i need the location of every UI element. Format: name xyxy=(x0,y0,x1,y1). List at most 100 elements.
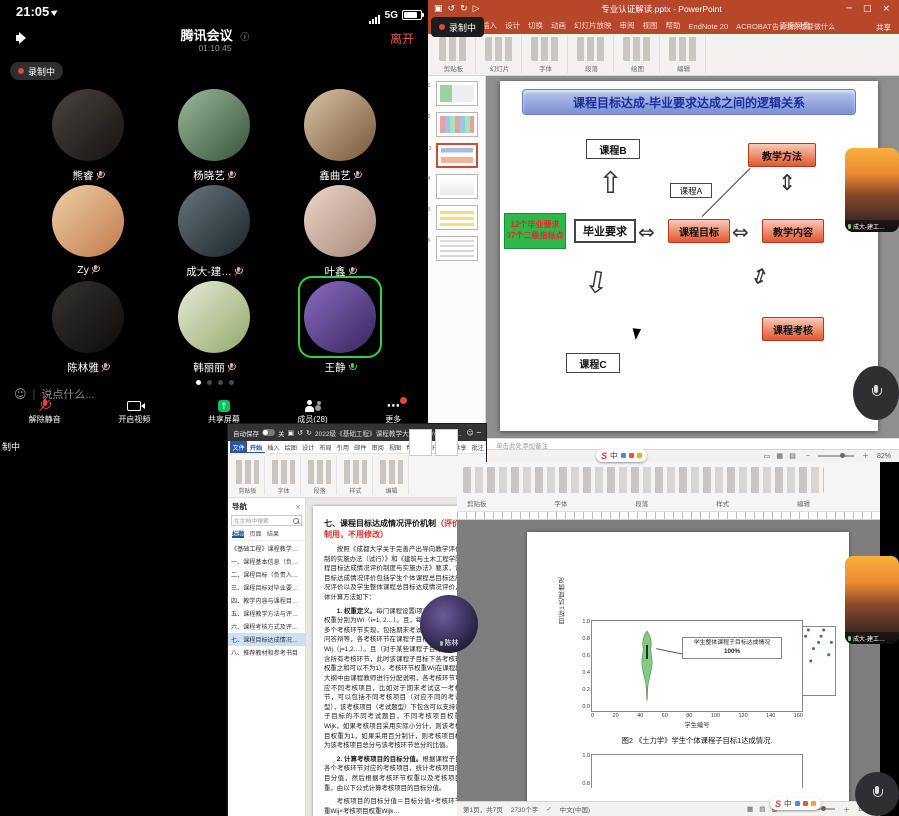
zoom-out-button[interactable]: − xyxy=(806,453,810,460)
nav-tab[interactable]: 页面 xyxy=(249,529,261,538)
nav-tab[interactable]: 结果 xyxy=(267,529,279,538)
minimize-button[interactable]: ─ xyxy=(844,4,855,14)
ribbon-group[interactable]: 剪贴板 xyxy=(231,456,265,495)
ribbon-tab[interactable]: 帮助 xyxy=(662,18,685,34)
participant-tile[interactable]: Zy xyxy=(33,180,143,276)
nav-outline-item[interactable]: 一、课程基本信息（负责人填写） xyxy=(228,555,305,568)
ribbon-group[interactable]: 绘图 xyxy=(616,36,660,73)
more-button[interactable]: ⋯ 更多 xyxy=(385,399,401,425)
nav-tab[interactable]: 标题 xyxy=(232,529,244,538)
document-page[interactable]: 目标1达成情况 1.0 0.8 0.6 1.0 0.8 0.6 0.4 0.2 … xyxy=(527,532,849,801)
minimize-button[interactable]: ─ xyxy=(477,429,481,437)
ribbon-tab[interactable]: 文件 xyxy=(230,441,247,454)
style-gallery-card[interactable] xyxy=(435,429,458,456)
ribbon-tab[interactable]: 视图 xyxy=(639,18,662,34)
nav-outline-item[interactable]: 七、课程目标达成情况评价机制 xyxy=(228,633,305,646)
ime-mode[interactable]: 中 xyxy=(784,798,792,809)
close-button[interactable]: × xyxy=(879,4,893,14)
smiley-icon[interactable]: ☺ xyxy=(466,429,473,437)
tell-me-box[interactable]: 告诉我你想要做什么 xyxy=(772,22,835,32)
ruler[interactable] xyxy=(457,512,880,520)
zoom-in-button[interactable]: ＋ xyxy=(843,804,850,814)
ribbon-tab[interactable]: 幻灯片放映 xyxy=(570,18,616,34)
video-tile[interactable]: 成大-建工… xyxy=(845,148,899,232)
start-video-button[interactable]: 开启视频 xyxy=(118,399,150,425)
slide-thumbnail-selected[interactable]: 3 xyxy=(436,143,478,168)
participant-tile[interactable]: 韩丽丽 xyxy=(159,276,269,375)
ribbon-tab[interactable]: 动画 xyxy=(547,18,570,34)
page-indicator[interactable]: 第1页，共7页 xyxy=(463,804,503,814)
ribbon-tab[interactable]: 审阅 xyxy=(616,18,639,34)
ribbon-tab[interactable]: 审阅 xyxy=(369,441,386,454)
notes-pane[interactable]: 单击此处添加备注 xyxy=(486,438,899,449)
ribbon-tab[interactable]: EndNote 20 xyxy=(685,19,733,34)
save-icon[interactable]: ▣ xyxy=(434,4,443,14)
ribbon-tab[interactable]: 绘图 xyxy=(282,441,299,454)
ime-tool-icon[interactable] xyxy=(795,801,800,806)
share-button[interactable]: 共享 xyxy=(876,22,891,33)
close-icon[interactable]: × xyxy=(295,503,301,511)
leave-button[interactable]: 离开 xyxy=(390,30,414,47)
redo-icon[interactable]: ↻ xyxy=(460,4,468,14)
nav-outline-item[interactable]: 四、教学内容与课程目标的关系 xyxy=(228,594,305,607)
input-method-bar[interactable]: S 中 xyxy=(596,449,647,462)
video-tile-muted[interactable] xyxy=(855,772,899,816)
ribbon-group[interactable]: 编辑 xyxy=(375,456,409,495)
zoom-in-button[interactable]: ＋ xyxy=(862,451,869,461)
participant-tile[interactable]: 叶鑫 xyxy=(285,180,395,279)
ime-tool-icon[interactable] xyxy=(803,801,808,806)
spellcheck-icon[interactable]: ✓ xyxy=(546,805,551,813)
participant-tile[interactable]: 鑫曲艺 xyxy=(285,84,395,183)
video-bubble[interactable]: 陈林 xyxy=(420,595,478,653)
undo-icon[interactable]: ↺ xyxy=(448,4,456,14)
redo-icon[interactable]: ↻ xyxy=(306,429,312,437)
ribbon-tab[interactable]: 切换 xyxy=(524,18,547,34)
video-tile[interactable]: 成大-建工… xyxy=(845,556,899,644)
ime-tool-icon[interactable] xyxy=(637,453,642,458)
ribbon-tab[interactable]: 设计 xyxy=(501,18,524,34)
view-buttons[interactable]: ▭ ▦ ▤ xyxy=(764,452,798,460)
nav-outline-item[interactable]: 六、课程考核方式及评价标准 xyxy=(228,620,305,633)
ribbon-group[interactable]: 段落 xyxy=(303,456,337,495)
document-page[interactable]: 七、课程目标达成情况评价机制（评价机制用，不用修改） 按照《成都大学关于完善产出… xyxy=(313,506,479,816)
ime-tool-icon[interactable] xyxy=(621,453,626,458)
ribbon-tab[interactable]: 邮件 xyxy=(352,441,369,454)
share-screen-button[interactable]: 共享屏幕 xyxy=(208,399,240,425)
search-icon[interactable] xyxy=(293,518,299,524)
ribbon-icons[interactable] xyxy=(463,467,824,493)
slide-thumbnail[interactable]: 6 xyxy=(436,236,478,261)
slide-thumbnail[interactable]: 2 xyxy=(436,112,478,137)
ime-tool-icon[interactable] xyxy=(811,801,816,806)
ribbon-tab[interactable]: 布局 xyxy=(317,441,334,454)
language-indicator[interactable]: 中文(中国) xyxy=(560,804,590,814)
ribbon-tab[interactable]: 视图 xyxy=(386,441,403,454)
slide-thumbnail[interactable]: 1 xyxy=(436,81,478,106)
ppt-titlebar[interactable]: ▣ ↺ ↻ ▷ 专业认证解读.pptx - PowerPoint ─ □ × xyxy=(428,0,899,18)
participant-tile[interactable]: 陈林雅 xyxy=(33,276,143,375)
ribbon-tab[interactable]: 引用 xyxy=(334,441,351,454)
ribbon-group[interactable]: 字体 xyxy=(524,36,568,73)
save-icon[interactable]: ▣ xyxy=(288,429,295,437)
ribbon-tab[interactable]: 设计 xyxy=(300,441,317,454)
zoom-slider[interactable] xyxy=(818,455,854,457)
slide-panel[interactable]: 1 2 3 4 5 6 xyxy=(428,76,486,438)
autosave-toggle[interactable] xyxy=(262,429,275,436)
ime-mode[interactable]: 中 xyxy=(610,450,618,461)
ribbon-group[interactable]: 幻灯片 xyxy=(478,36,522,73)
video-tile-muted[interactable] xyxy=(853,366,899,420)
ribbon-group[interactable]: 编辑 xyxy=(662,36,706,73)
style-gallery-card[interactable] xyxy=(409,429,432,456)
slide-thumbnail[interactable]: 4 xyxy=(436,174,478,199)
nav-outline-item[interactable]: 八、推荐教材和参考书目 xyxy=(228,646,305,659)
nav-outline-item[interactable]: 三、课程目标对毕业要求的支撑 xyxy=(228,581,305,594)
participant-tile[interactable]: 杨晓艺 xyxy=(159,84,269,183)
slideshow-icon[interactable]: ▷ xyxy=(473,4,480,14)
ribbon-tab[interactable]: 插入 xyxy=(265,441,282,454)
participant-tile[interactable]: 熊睿 xyxy=(33,84,143,183)
participant-tile[interactable]: 成大-建… xyxy=(159,180,269,279)
maximize-button[interactable]: □ xyxy=(860,4,875,14)
comments-button[interactable]: 批注 xyxy=(472,443,484,452)
unmute-button[interactable]: 解除静音 xyxy=(29,399,61,425)
ribbon-group[interactable]: 段落 xyxy=(570,36,614,73)
emoji-icon[interactable]: ☺ xyxy=(14,387,27,401)
